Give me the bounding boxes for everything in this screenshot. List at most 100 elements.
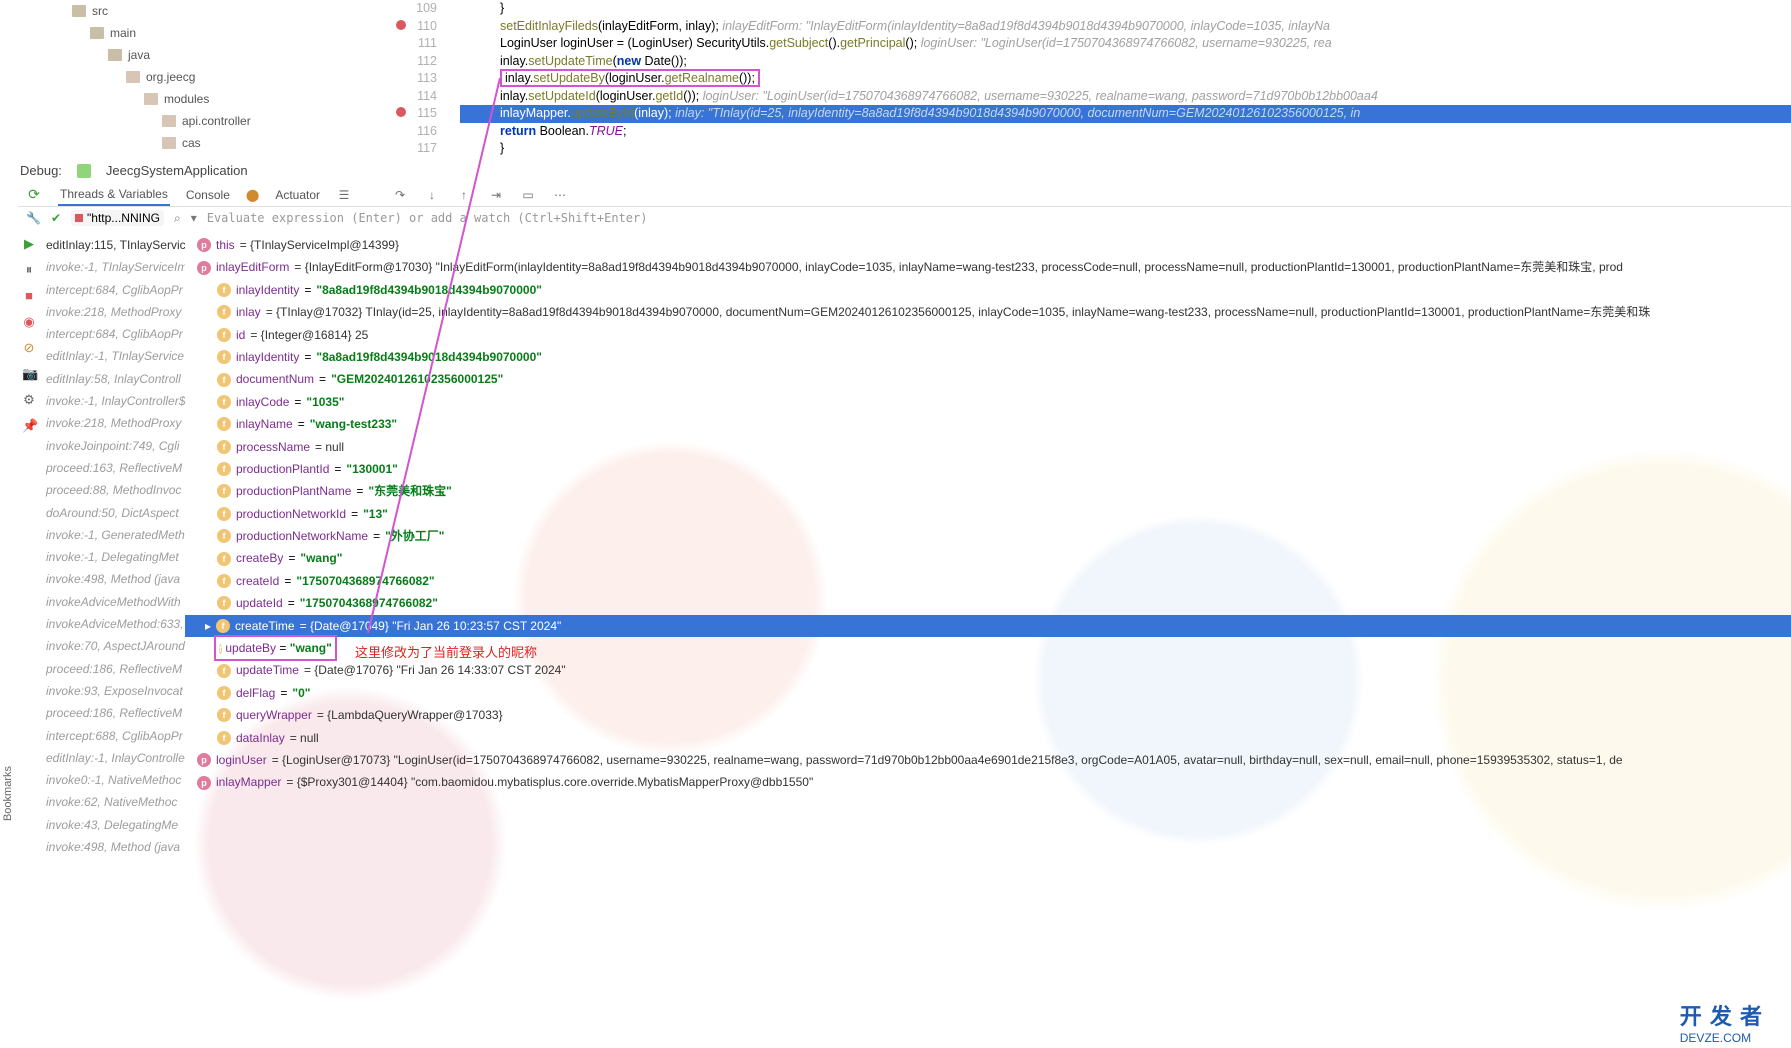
pin-icon[interactable]: 📌: [22, 418, 36, 432]
tree-item[interactable]: cas: [20, 132, 390, 154]
trace-icon[interactable]: ⋯: [552, 187, 568, 203]
variable-row[interactable]: f productionPlantName = "东莞美和珠宝": [185, 480, 1791, 502]
settings-icon[interactable]: ⚙: [22, 392, 36, 406]
stack-frame[interactable]: invoke:-1, GeneratedMeth: [40, 524, 185, 546]
rerun-icon[interactable]: [26, 187, 42, 203]
tree-item[interactable]: modules: [20, 88, 390, 110]
stack-frame[interactable]: intercept:684, CglibAopPr: [40, 279, 185, 301]
stack-frame[interactable]: invoke:218, MethodProxy: [40, 412, 185, 434]
tab-actuator[interactable]: Actuator: [275, 188, 320, 202]
wrench-icon[interactable]: 🔧: [26, 211, 41, 225]
variable-row[interactable]: ▸ f createTime = {Date@17049} "Fri Jan 2…: [185, 615, 1791, 637]
tree-item[interactable]: api.controller: [20, 110, 390, 132]
evaluate-icon[interactable]: ▭: [520, 187, 536, 203]
resume-icon[interactable]: ▶: [22, 236, 36, 250]
eval-input[interactable]: Evaluate expression (Enter) or add a wat…: [207, 211, 648, 225]
variable-row[interactable]: p loginUser = {LoginUser@17073} "LoginUs…: [185, 749, 1791, 771]
code-line[interactable]: return Boolean.TRUE;: [460, 123, 1791, 141]
stack-frame[interactable]: invoke:-1, TInlayServiceIm: [40, 256, 185, 278]
stack-frame[interactable]: intercept:684, CglibAopPr: [40, 323, 185, 345]
stack-frame[interactable]: invokeAdviceMethod:633,: [40, 613, 185, 635]
variable-row[interactable]: f productionPlantId = "130001": [185, 458, 1791, 480]
stack-frame[interactable]: editInlay:58, InlayControll: [40, 368, 185, 390]
variable-row[interactable]: f inlayIdentity = "8a8ad19f8d4394b9018d4…: [185, 346, 1791, 368]
variable-row[interactable]: f documentNum = "GEM20240126102356000125…: [185, 368, 1791, 390]
variable-row[interactable]: f dataInlay = null: [185, 727, 1791, 749]
stack-frame[interactable]: invoke:70, AspectJAround: [40, 635, 185, 657]
stack-frame[interactable]: invoke:43, DelegatingMe: [40, 814, 185, 836]
filter-icon[interactable]: ⌕: [174, 211, 181, 226]
thread-chip[interactable]: "http...NNING: [71, 210, 164, 226]
frames-list[interactable]: editInlay:115, TInlayServicinvoke:-1, TI…: [40, 230, 185, 1048]
stack-frame[interactable]: invoke:-1, InlayController$: [40, 390, 185, 412]
code-line[interactable]: inlayMapper.updateById(inlay); inlay: "T…: [460, 105, 1791, 123]
code-line[interactable]: inlay.setUpdateBy(loginUser.getRealname(…: [460, 70, 1791, 88]
stack-frame[interactable]: editInlay:115, TInlayServic: [40, 234, 185, 256]
variable-row[interactable]: f id = {Integer@16814} 25: [185, 324, 1791, 346]
stack-frame[interactable]: invoke:498, Method (java: [40, 568, 185, 590]
step-over-icon[interactable]: ↷: [392, 187, 408, 203]
variable-row[interactable]: f delFlag = "0": [185, 682, 1791, 704]
variable-row[interactable]: f updateTime = {Date@17076} "Fri Jan 26 …: [185, 659, 1791, 681]
variable-row[interactable]: f queryWrapper = {LambdaQueryWrapper@170…: [185, 704, 1791, 726]
tree-item[interactable]: java: [20, 44, 390, 66]
code-line[interactable]: LoginUser loginUser = (LoginUser) Securi…: [460, 35, 1791, 53]
code-line[interactable]: }: [460, 140, 1791, 158]
mute-bp-icon[interactable]: ⊘: [22, 340, 36, 354]
variable-row[interactable]: f createBy = "wang": [185, 547, 1791, 569]
tree-item[interactable]: main: [20, 22, 390, 44]
project-tree[interactable]: srcmainjavaorg.jeecgmodulesapi.controlle…: [20, 0, 390, 160]
editor[interactable]: 109110111112113114115116117 } setEditInl…: [390, 0, 1791, 160]
tree-item[interactable]: org.jeecg: [20, 66, 390, 88]
variable-row[interactable]: f productionNetworkName = "外协工厂": [185, 525, 1791, 547]
variable-row[interactable]: p inlayEditForm = {InlayEditForm@17030} …: [185, 256, 1791, 278]
variable-row[interactable]: f processName = null: [185, 436, 1791, 458]
stack-frame[interactable]: invoke:498, Method (java: [40, 836, 185, 858]
stack-frame[interactable]: invoke:-1, DelegatingMet: [40, 546, 185, 568]
code-line[interactable]: inlay.setUpdateTime(new Date());: [460, 53, 1791, 71]
tree-item[interactable]: src: [20, 0, 390, 22]
code-line[interactable]: }: [460, 0, 1791, 18]
stack-frame[interactable]: invoke:93, ExposeInvocat: [40, 680, 185, 702]
stack-frame[interactable]: invokeJoinpoint:749, Cgli: [40, 435, 185, 457]
layout-icon[interactable]: [336, 187, 352, 203]
stack-frame[interactable]: invoke:218, MethodProxy: [40, 301, 185, 323]
variable-row[interactable]: f updateId = "1750704368974766082": [185, 592, 1791, 614]
code-line[interactable]: inlay.setUpdateId(loginUser.getId()); lo…: [460, 88, 1791, 106]
stack-frame[interactable]: invoke:62, NativeMethoc: [40, 791, 185, 813]
variable-row[interactable]: p this = {TInlayServiceImpl@14399}: [185, 234, 1791, 256]
stack-frame[interactable]: proceed:88, MethodInvoc: [40, 479, 185, 501]
stack-frame[interactable]: intercept:688, CglibAopPr: [40, 725, 185, 747]
pause-icon[interactable]: ⏸: [22, 262, 36, 276]
camera-icon[interactable]: 📷: [22, 366, 36, 380]
stack-frame[interactable]: doAround:50, DictAspect: [40, 502, 185, 524]
stop-icon[interactable]: ■: [22, 288, 36, 302]
variable-row[interactable]: f inlayName = "wang-test233": [185, 413, 1791, 435]
variable-row[interactable]: f inlayCode = "1035": [185, 391, 1791, 413]
code-lines[interactable]: } setEditInlayFileds(inlayEditForm, inla…: [460, 0, 1791, 158]
variable-row[interactable]: f inlay = {TInlay@17032} TInlay(id=25, i…: [185, 301, 1791, 323]
tab-console[interactable]: Console: [186, 188, 230, 202]
variable-row[interactable]: f createId = "1750704368974766082": [185, 570, 1791, 592]
stack-frame[interactable]: proceed:186, ReflectiveM: [40, 658, 185, 680]
stack-frame[interactable]: invoke0:-1, NativeMethoc: [40, 769, 185, 791]
stack-frame[interactable]: editInlay:-1, TInlayService: [40, 345, 185, 367]
code-line[interactable]: setEditInlayFileds(inlayEditForm, inlay)…: [460, 18, 1791, 36]
stack-frame[interactable]: editInlay:-1, InlayControlle: [40, 747, 185, 769]
run-to-cursor-icon[interactable]: ⇥: [488, 187, 504, 203]
breakpoints-icon[interactable]: ◉: [22, 314, 36, 328]
tab-threads-variables[interactable]: Threads & Variables: [58, 184, 170, 206]
variable-row[interactable]: f productionNetworkId = "13": [185, 503, 1791, 525]
stack-frame[interactable]: proceed:186, ReflectiveM: [40, 702, 185, 724]
stack-frame[interactable]: invokeAdviceMethodWith: [40, 591, 185, 613]
dropdown-icon[interactable]: ▾: [191, 211, 197, 225]
variable-row[interactable]: f inlayIdentity = "8a8ad19f8d4394b9018d4…: [185, 279, 1791, 301]
step-out-icon[interactable]: ↑: [456, 187, 472, 203]
variables-tree[interactable]: 这里修改为了当前登录人的昵称 p this = {TInlayServiceIm…: [185, 230, 1791, 1048]
breakpoint-icon[interactable]: [396, 105, 406, 123]
run-config-name[interactable]: JeecgSystemApplication: [106, 163, 248, 178]
breakpoint-icon[interactable]: [396, 18, 406, 36]
step-into-icon[interactable]: ↓: [424, 187, 440, 203]
stack-frame[interactable]: proceed:163, ReflectiveM: [40, 457, 185, 479]
bookmarks-tab[interactable]: Bookmarks: [0, 760, 16, 827]
